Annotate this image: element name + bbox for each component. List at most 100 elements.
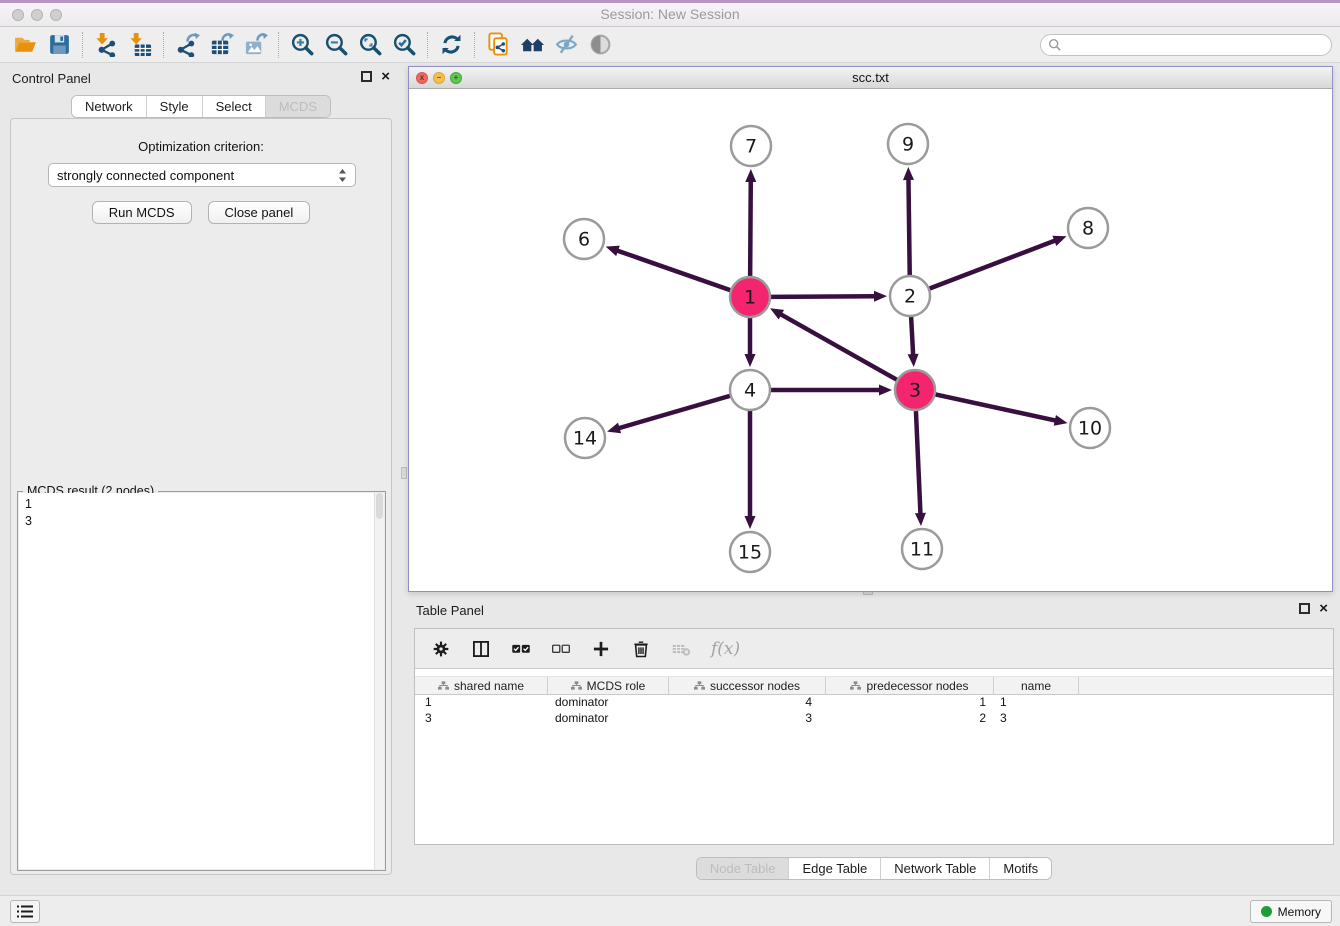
graph-node-9[interactable]: 9 [888, 124, 928, 164]
zoom-in-button[interactable] [285, 30, 319, 60]
open-session-button[interactable] [8, 30, 42, 60]
graph-edge-4-14[interactable] [618, 396, 730, 429]
cell-shared-name[interactable]: 3 [415, 711, 548, 727]
graph-node-2[interactable]: 2 [890, 276, 930, 316]
tab-select[interactable]: Select [202, 96, 265, 117]
table-settings-icon[interactable] [431, 639, 451, 659]
delete-table-icon[interactable] [671, 639, 691, 659]
network-window-title: scc.txt [409, 70, 1332, 85]
select-all-checkboxes-icon[interactable] [511, 639, 531, 659]
float-panel-icon[interactable] [361, 71, 372, 82]
zoom-fit-button[interactable] [353, 30, 387, 60]
float-panel-icon[interactable] [1299, 603, 1310, 614]
close-panel-button[interactable]: Close panel [208, 201, 311, 224]
run-mcds-button[interactable]: Run MCDS [92, 201, 192, 224]
duplicate-network-button[interactable] [481, 30, 515, 60]
column-header-successor-nodes[interactable]: successor nodes [669, 677, 826, 694]
graph-node-10[interactable]: 10 [1070, 408, 1110, 448]
export-network-icon [175, 32, 200, 57]
table-row[interactable]: 1 dominator 4 1 1 [415, 695, 1333, 711]
column-layout-icon[interactable] [471, 639, 491, 659]
cell-predecessor-nodes[interactable]: 1 [826, 695, 994, 711]
import-table-button[interactable] [123, 30, 157, 60]
vertical-splitter-grip[interactable] [401, 467, 407, 479]
tab-style[interactable]: Style [146, 96, 202, 117]
add-column-icon[interactable] [591, 639, 611, 659]
open-folder-icon [13, 32, 38, 57]
column-header-predecessor-nodes[interactable]: predecessor nodes [826, 677, 994, 694]
graph-edge-2-8[interactable] [930, 240, 1057, 288]
column-header-name[interactable]: name [994, 677, 1079, 694]
cell-successor-nodes[interactable]: 4 [669, 695, 826, 711]
close-panel-icon[interactable]: × [1319, 602, 1328, 615]
home-icon [520, 32, 545, 57]
cell-name[interactable]: 3 [994, 711, 1079, 727]
export-network-button[interactable] [170, 30, 204, 60]
cell-mcds-role[interactable]: dominator [548, 695, 669, 711]
graph-node-1[interactable]: 1 [730, 277, 770, 317]
graph-node-14[interactable]: 14 [565, 418, 605, 458]
graph-node-4[interactable]: 4 [730, 370, 770, 410]
search-input[interactable] [1040, 34, 1332, 56]
function-builder-icon[interactable]: f(x) [711, 639, 740, 659]
result-scrollbar[interactable] [374, 493, 384, 869]
tab-mcds[interactable]: MCDS [265, 96, 330, 117]
network-canvas[interactable]: 7 9 6 8 1 2 4 3 14 10 15 11 [409, 89, 1332, 591]
graph-node-6[interactable]: 6 [564, 219, 604, 259]
import-network-button[interactable] [89, 30, 123, 60]
cell-predecessor-nodes[interactable]: 2 [826, 711, 994, 727]
refresh-icon [439, 32, 464, 57]
graph-edge-arrowhead [745, 354, 756, 367]
graph-node-15[interactable]: 15 [730, 532, 770, 572]
delete-column-icon[interactable] [631, 639, 651, 659]
control-panel: Control Panel × Network Style Select MCD… [2, 63, 400, 893]
tab-node-table[interactable]: Node Table [697, 858, 789, 879]
home-button[interactable] [515, 30, 549, 60]
show-graphics-details-button[interactable] [583, 30, 617, 60]
export-table-button[interactable] [204, 30, 238, 60]
graph-node-8[interactable]: 8 [1068, 208, 1108, 248]
close-panel-icon[interactable]: × [381, 70, 390, 83]
criterion-dropdown[interactable]: strongly connected component [48, 163, 356, 187]
deselect-all-checkboxes-icon[interactable] [551, 639, 571, 659]
graph-node-11[interactable]: 11 [902, 529, 942, 569]
table-row[interactable]: 3 dominator 3 2 3 [415, 711, 1333, 727]
mcds-result-text[interactable]: 1 3 [19, 493, 374, 869]
cell-name[interactable]: 1 [994, 695, 1079, 711]
hide-graphics-details-button[interactable] [549, 30, 583, 60]
save-session-button[interactable] [42, 30, 76, 60]
graph-edge-1-6[interactable] [616, 250, 730, 290]
toolbar-separator [427, 32, 428, 58]
cell-mcds-role[interactable]: dominator [548, 711, 669, 727]
export-image-button[interactable] [238, 30, 272, 60]
scrollbar-thumb[interactable] [376, 493, 383, 519]
graph-edge-1-7[interactable] [750, 180, 751, 276]
refresh-layout-button[interactable] [434, 30, 468, 60]
graph-edge-3-11[interactable] [916, 411, 921, 515]
application-window: Session: New Session [0, 0, 1340, 926]
cell-shared-name[interactable]: 1 [415, 695, 548, 711]
control-panel-title: Control Panel [12, 71, 91, 86]
cell-successor-nodes[interactable]: 3 [669, 711, 826, 727]
graph-node-7[interactable]: 7 [731, 126, 771, 166]
graph-edge-3-1[interactable] [780, 314, 897, 380]
task-history-button[interactable] [10, 900, 40, 923]
tab-network[interactable]: Network [72, 96, 146, 117]
tab-motifs[interactable]: Motifs [989, 858, 1051, 879]
graph-edge-2-3[interactable] [911, 317, 913, 356]
zoom-out-button[interactable] [319, 30, 353, 60]
column-header-shared-name[interactable]: shared name [415, 677, 548, 694]
tab-network-table[interactable]: Network Table [880, 858, 989, 879]
network-window-titlebar[interactable]: x − + scc.txt [409, 67, 1332, 89]
graph-edge-arrowhead [745, 169, 756, 182]
graph-node-3[interactable]: 3 [895, 370, 935, 410]
column-header-mcds-role[interactable]: MCDS role [548, 677, 669, 694]
graph-node-label: 6 [578, 229, 590, 251]
memory-button[interactable]: Memory [1250, 900, 1332, 923]
graph-edge-2-9[interactable] [908, 178, 909, 275]
tab-edge-table[interactable]: Edge Table [788, 858, 880, 879]
graph-edge-3-10[interactable] [936, 394, 1057, 420]
zoom-selected-button[interactable] [387, 30, 421, 60]
search-icon [1048, 38, 1062, 52]
graph-edge-1-2[interactable] [771, 296, 876, 297]
